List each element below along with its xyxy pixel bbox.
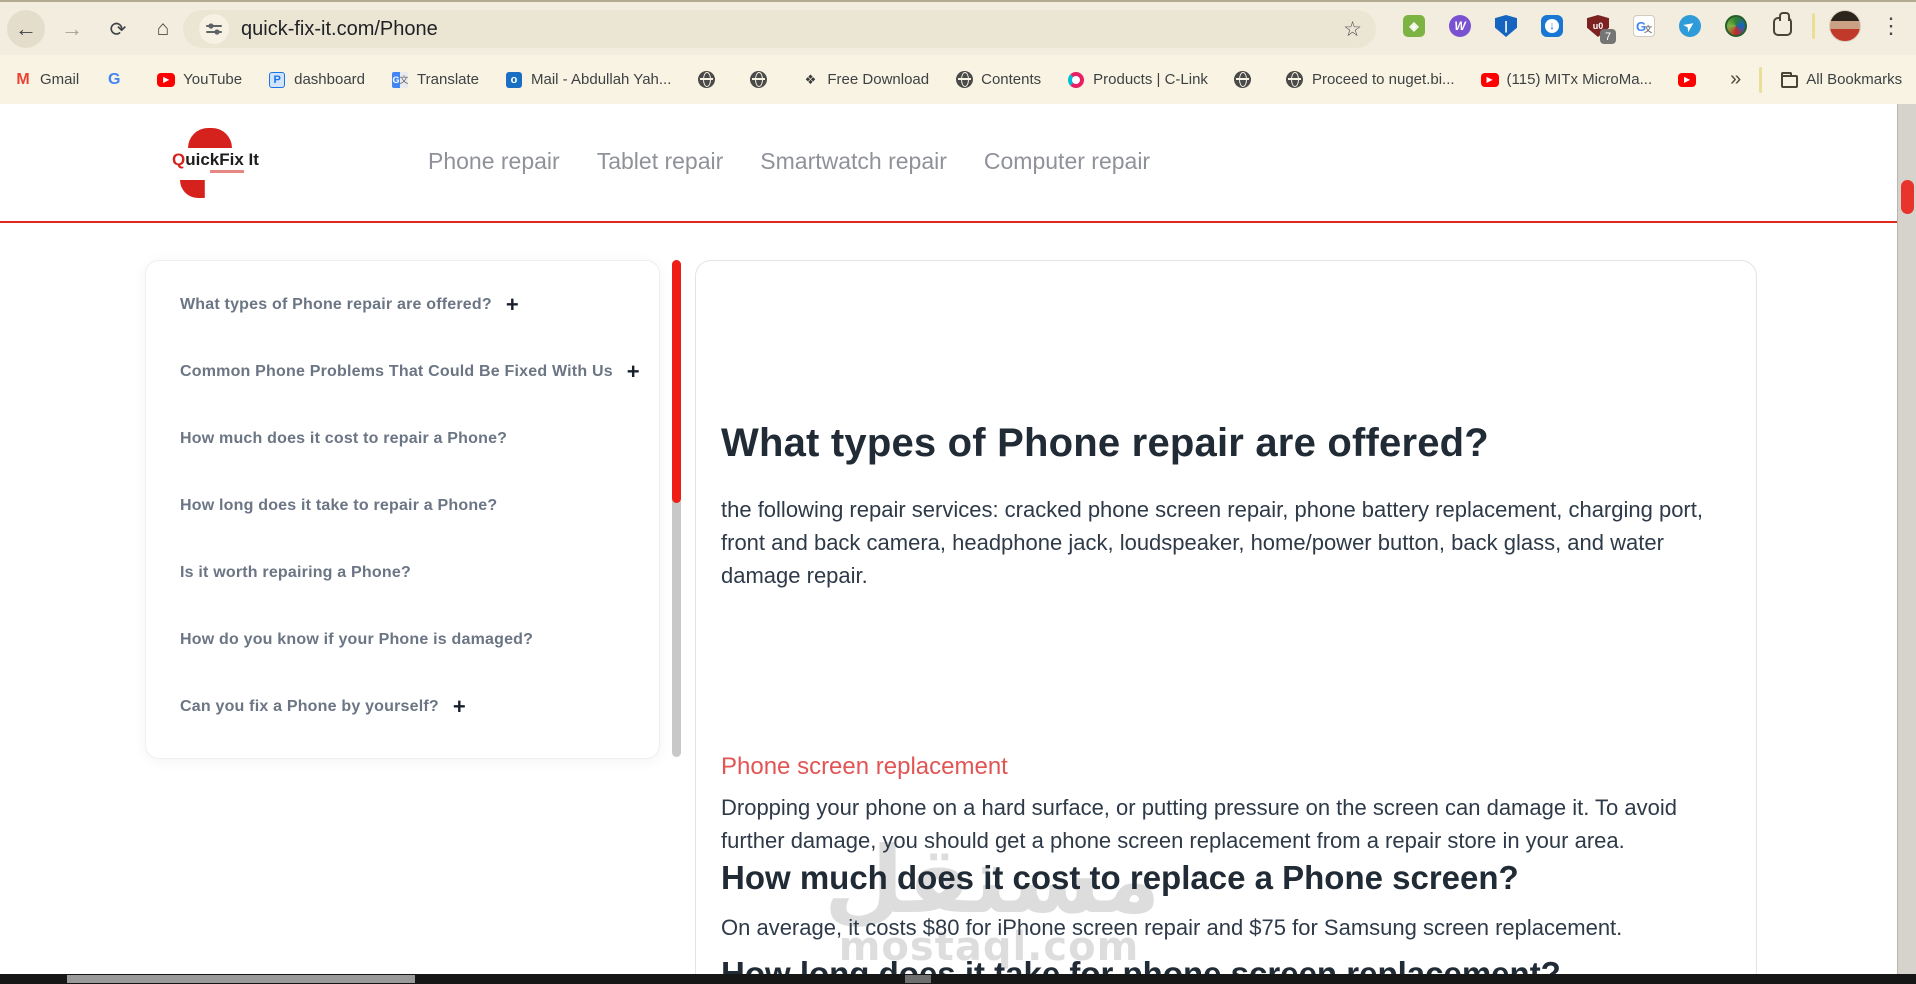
bookmark-site[interactable] bbox=[1234, 71, 1260, 89]
forward-button[interactable]: → bbox=[53, 10, 91, 48]
gmail-icon: M bbox=[16, 70, 30, 88]
translate-icon: G文 bbox=[391, 71, 409, 89]
faq-scrollbar-track[interactable] bbox=[672, 260, 681, 757]
clink-icon bbox=[1067, 71, 1085, 89]
globe-icon bbox=[1286, 71, 1304, 89]
diamond-icon: ❖ bbox=[804, 71, 817, 87]
bookmark-site[interactable] bbox=[697, 71, 723, 89]
bookmark-youtube[interactable]: ▶ YouTube bbox=[157, 71, 242, 89]
browser-toolbar: ← → ⟳ ⌂ quick-fix-it.com/Phone ☆ ◈ W | ↓… bbox=[0, 0, 1916, 55]
logo-arc-icon bbox=[180, 180, 205, 198]
idm-extension-icon[interactable] bbox=[1720, 10, 1752, 42]
site-header: QuickFix It Phone repair Tablet repair S… bbox=[0, 104, 1897, 223]
bookmark-youtube-2[interactable]: ▶ bbox=[1678, 71, 1704, 89]
youtube-icon: ▶ bbox=[157, 71, 176, 89]
outlook-icon: o bbox=[505, 71, 523, 89]
toolbar-separator bbox=[1812, 13, 1815, 39]
logo-arc-icon bbox=[188, 128, 232, 148]
article-paragraph: On average, it costs $80 for iPhone scre… bbox=[721, 915, 1623, 940]
extensions-puzzle-icon[interactable] bbox=[1766, 10, 1798, 42]
bookmark-star-icon[interactable]: ☆ bbox=[1343, 17, 1362, 42]
globe-icon bbox=[1234, 71, 1252, 89]
url-text[interactable]: quick-fix-it.com/Phone bbox=[241, 18, 438, 41]
google-icon: G bbox=[107, 70, 121, 88]
bookmark-google[interactable]: G bbox=[105, 71, 131, 89]
expand-plus-icon[interactable]: + bbox=[506, 293, 519, 316]
telegram-extension-icon[interactable]: ➤ bbox=[1674, 10, 1706, 42]
bookmark-translate[interactable]: G文 Translate bbox=[391, 71, 479, 89]
bookmark-site[interactable] bbox=[749, 71, 775, 89]
faq-sidebar: What types of Phone repair are offered? … bbox=[145, 260, 660, 759]
address-bar[interactable]: quick-fix-it.com/Phone ☆ bbox=[183, 10, 1376, 48]
faq-item-how-long[interactable]: How long does it take to repair a Phone? bbox=[146, 472, 659, 539]
bookmark-contents[interactable]: Contents bbox=[955, 71, 1041, 89]
downloader-extension-icon[interactable]: ↓ bbox=[1536, 10, 1568, 42]
page-scrollbar-track[interactable] bbox=[1897, 104, 1916, 984]
web-page: QuickFix It Phone repair Tablet repair S… bbox=[0, 104, 1916, 984]
section-heading-red: Phone screen replacement bbox=[721, 753, 1008, 780]
back-button[interactable]: ← bbox=[7, 10, 45, 48]
bookmarks-bar: M Gmail G ▶ YouTube P dashboard G文 Trans… bbox=[0, 55, 1916, 104]
nav-phone-repair[interactable]: Phone repair bbox=[428, 148, 560, 175]
faq-item-damaged[interactable]: How do you know if your Phone is damaged… bbox=[146, 606, 659, 673]
bookmarks-separator bbox=[1759, 66, 1763, 93]
translate-extension-icon[interactable]: G文 bbox=[1628, 10, 1660, 42]
site-settings-icon[interactable] bbox=[199, 14, 229, 44]
docs-extension-icon[interactable]: ◈ bbox=[1398, 10, 1430, 42]
ublock-badge: 7 bbox=[1600, 29, 1616, 44]
article-paragraph: the following repair services: cracked p… bbox=[721, 497, 1703, 588]
bookmark-gmail[interactable]: M Gmail bbox=[14, 71, 79, 89]
taskbar-segment bbox=[905, 975, 931, 983]
ublock-extension-icon[interactable]: u0 7 bbox=[1582, 10, 1616, 44]
bookmark-free-download[interactable]: ❖ Free Download bbox=[801, 71, 930, 89]
home-button[interactable]: ⌂ bbox=[144, 10, 182, 48]
bookmark-outlook-mail[interactable]: o Mail - Abdullah Yah... bbox=[505, 71, 671, 89]
faq-item-types-offered[interactable]: What types of Phone repair are offered? … bbox=[146, 271, 659, 338]
main-nav: Phone repair Tablet repair Smartwatch re… bbox=[428, 148, 1150, 175]
all-bookmarks-button[interactable]: All Bookmarks bbox=[1780, 71, 1902, 89]
nav-smartwatch-repair[interactable]: Smartwatch repair bbox=[760, 148, 947, 175]
article-card: مستقل mostaql.com What types of Phone re… bbox=[695, 260, 1757, 984]
bookmark-products-clink[interactable]: Products | C-Link bbox=[1067, 71, 1208, 89]
page-scrollbar-thumb[interactable] bbox=[1901, 180, 1914, 214]
faq-scrollbar-thumb[interactable] bbox=[672, 260, 681, 503]
nav-tablet-repair[interactable]: Tablet repair bbox=[597, 148, 724, 175]
youtube-icon: ▶ bbox=[1678, 71, 1697, 89]
horizontal-scrollbar-thumb[interactable] bbox=[67, 975, 415, 983]
article-content: What types of Phone repair are offered? … bbox=[696, 261, 1756, 984]
section-heading: How much does it cost to replace a Phone… bbox=[721, 859, 1519, 896]
expand-plus-icon[interactable]: + bbox=[627, 360, 640, 383]
bookmark-mitx-video[interactable]: ▶ (115) MITx MicroMa... bbox=[1480, 71, 1652, 89]
bookmarks-overflow-chevron[interactable]: » bbox=[1730, 68, 1741, 91]
folder-icon bbox=[1780, 71, 1798, 89]
profile-avatar[interactable] bbox=[1829, 10, 1861, 42]
bookmark-nuget[interactable]: Proceed to nuget.bi... bbox=[1286, 71, 1455, 89]
reload-button[interactable]: ⟳ bbox=[99, 10, 137, 48]
wayback-extension-icon[interactable]: W bbox=[1444, 10, 1476, 42]
nav-computer-repair[interactable]: Computer repair bbox=[984, 148, 1150, 175]
globe-icon bbox=[749, 71, 767, 89]
article-title: What types of Phone repair are offered? bbox=[721, 421, 1489, 465]
globe-icon bbox=[697, 71, 715, 89]
faq-item-common-problems[interactable]: Common Phone Problems That Could Be Fixe… bbox=[146, 338, 659, 405]
chrome-menu-icon[interactable]: ⋮ bbox=[1875, 10, 1907, 42]
quickfix-logo[interactable]: QuickFix It bbox=[172, 126, 259, 198]
faq-item-worth[interactable]: Is it worth repairing a Phone? bbox=[146, 539, 659, 606]
extensions-row: ◈ W | ↓ u0 7 G文 ➤ ⋮ bbox=[1398, 10, 1907, 44]
faq-item-fix-yourself[interactable]: Can you fix a Phone by yourself? + bbox=[146, 673, 659, 740]
shield-extension-icon[interactable]: | bbox=[1490, 10, 1522, 42]
faq-item-cost[interactable]: How much does it cost to repair a Phone? bbox=[146, 405, 659, 472]
logo-text: QuickFix It bbox=[172, 150, 259, 169]
bookmark-dashboard[interactable]: P dashboard bbox=[268, 71, 365, 89]
article-paragraph: Dropping your phone on a hard surface, o… bbox=[721, 795, 1677, 853]
youtube-icon: ▶ bbox=[1480, 71, 1499, 89]
dashboard-icon: P bbox=[268, 71, 286, 89]
globe-icon bbox=[955, 71, 973, 89]
bottom-taskbar-edge bbox=[0, 974, 1916, 984]
logo-tagline bbox=[210, 170, 244, 173]
expand-plus-icon[interactable]: + bbox=[453, 695, 466, 718]
